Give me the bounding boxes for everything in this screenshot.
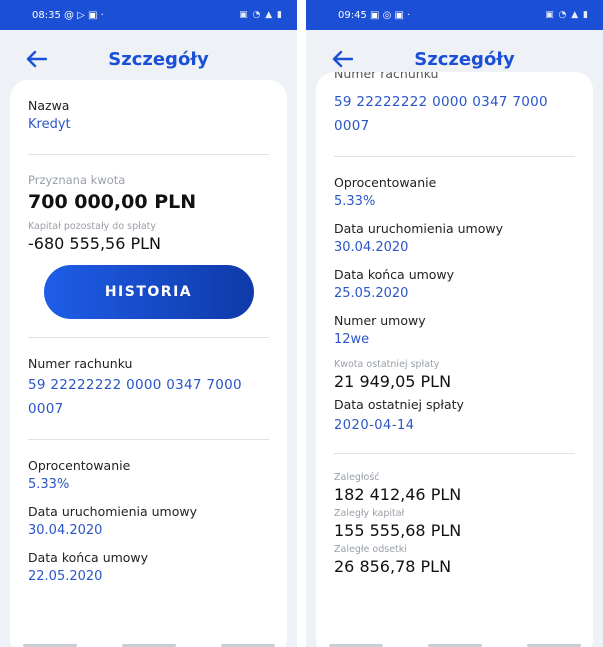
status-bar: 09:45 ▣ ◎ ▣ · ▣ ◔ ▲ ▮ — [306, 0, 603, 30]
interest-rate-value: 5.33% — [28, 477, 70, 492]
arrears-interest-label: Zaległe odsetki — [334, 544, 407, 555]
status-icons: ▣ ◔ ▲ ▮ — [545, 10, 589, 20]
status-bar: 08:35 @ ▷ ▣ · ▣ ◔ ▲ ▮ — [0, 0, 297, 30]
granted-amount-value: 700 000,00 PLN — [28, 191, 197, 213]
last-payment-date-value: 2020-04-14 — [334, 418, 415, 433]
interest-rate-value: 5.33% — [334, 194, 376, 209]
account-number-label: Numer rachunku — [334, 72, 439, 81]
last-payment-amount-label: Kwota ostatniej spłaty — [334, 359, 440, 370]
history-button[interactable]: HISTORIA — [43, 265, 254, 319]
status-time: 08:35 @ ▷ ▣ · — [32, 9, 104, 21]
arrears-value: 182 412,46 PLN — [334, 485, 462, 504]
bottom-tab-bar — [306, 637, 603, 647]
details-card: Nazwa Kredyt Przyznana kwota 700 000,00 … — [10, 80, 287, 647]
status-icons: ▣ ◔ ▲ ▮ — [239, 10, 283, 20]
last-payment-amount-value: 21 949,05 PLN — [334, 372, 452, 391]
contract-number-label: Numer umowy — [334, 313, 426, 328]
contract-number-value: 12we — [334, 332, 370, 347]
interest-rate-label: Oprocentowanie — [28, 458, 131, 473]
remaining-capital-label: Kapitał pozostały do spłaty — [28, 221, 157, 232]
name-value: Kredyt — [28, 117, 71, 132]
granted-amount-label: Przyznana kwota — [28, 173, 126, 187]
contract-end-value: 22.05.2020 — [28, 569, 103, 584]
remaining-capital-value: -680 555,56 PLN — [28, 234, 161, 253]
arrears-capital-label: Zaległy kapitał — [334, 508, 405, 519]
last-payment-date-label: Data ostatniej spłaty — [334, 397, 464, 412]
contract-end-label: Data końca umowy — [28, 550, 149, 565]
phone-screen-right: 09:45 ▣ ◎ ▣ · ▣ ◔ ▲ ▮ Szczegóły Numer ra… — [306, 0, 603, 647]
contract-start-value: 30.04.2020 — [334, 240, 409, 255]
name-label: Nazwa — [28, 98, 70, 113]
arrears-interest-value: 26 856,78 PLN — [334, 557, 452, 576]
arrears-capital-value: 155 555,68 PLN — [334, 521, 462, 540]
back-arrow-icon[interactable] — [22, 45, 50, 73]
details-card[interactable]: Numer rachunku 59 22222222 0000 0347 700… — [316, 72, 593, 647]
contract-end-value: 25.05.2020 — [334, 286, 409, 301]
phone-screen-left: 08:35 @ ▷ ▣ · ▣ ◔ ▲ ▮ Szczegóły Nazwa Kr… — [0, 0, 297, 647]
account-number-label: Numer rachunku — [28, 356, 133, 371]
arrears-label: Zaległość — [334, 472, 380, 483]
account-number-line1: 59 22222222 0000 0347 7000 — [334, 94, 548, 110]
interest-rate-label: Oprocentowanie — [334, 175, 437, 190]
bottom-tab-bar — [0, 637, 297, 647]
contract-start-value: 30.04.2020 — [28, 523, 103, 538]
status-time: 09:45 ▣ ◎ ▣ · — [338, 9, 411, 21]
contract-end-label: Data końca umowy — [334, 267, 455, 282]
contract-start-label: Data uruchomienia umowy — [28, 504, 197, 519]
account-number-line2: 0007 — [334, 118, 370, 134]
back-arrow-icon[interactable] — [328, 45, 356, 73]
contract-start-label: Data uruchomienia umowy — [334, 221, 503, 236]
account-number-line2: 0007 — [28, 401, 64, 417]
account-number-line1: 59 22222222 0000 0347 7000 — [28, 377, 242, 393]
